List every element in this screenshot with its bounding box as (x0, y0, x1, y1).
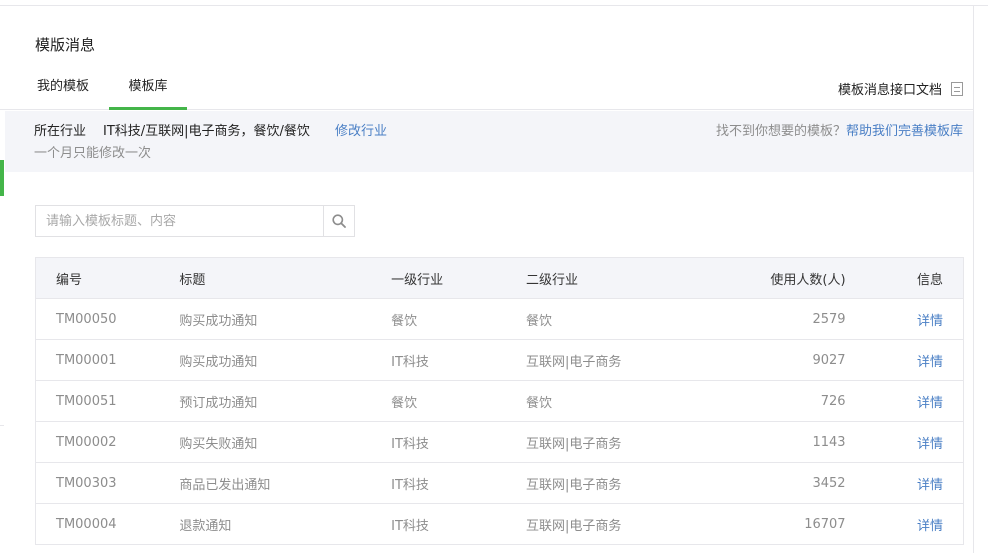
header-title: 标题 (179, 257, 392, 299)
cell-level1: IT科技 (391, 503, 526, 545)
cell-id: TM00002 (35, 421, 180, 463)
api-doc-link-label: 模板消息接口文档 (837, 83, 942, 98)
page: 模版消息 我的模板 模板库 模板消息接口文档 所在行业 IT科技/互联网|电子商… (0, 0, 988, 553)
cell-title: 商品已发出通知 (179, 462, 392, 504)
cell-level2: 餐饮 (525, 298, 686, 340)
template-search (35, 205, 355, 237)
api-doc-link[interactable]: 模板消息接口文档 (838, 79, 963, 98)
cell-id: TM00050 (35, 298, 180, 340)
cell-level1: IT科技 (391, 462, 526, 504)
table-header-row: 编号 标题 一级行业 二级行业 使用人数(人) 信息 (35, 257, 964, 299)
header-level2: 二级行业 (525, 257, 686, 299)
cell-users: 9027 (685, 339, 846, 381)
table-row: TM00004 退款通知 IT科技 互联网|电子商务 16707 详情 (35, 503, 964, 545)
cell-title: 购买成功通知 (179, 339, 392, 381)
cell-title: 退款通知 (179, 503, 392, 545)
detail-link[interactable]: 详情 (917, 478, 943, 493)
industry-note: 一个月只能修改一次 (34, 146, 152, 161)
cell-users: 1143 (685, 421, 846, 463)
header-info: 信息 (845, 257, 964, 299)
table-row: TM00002 购买失败通知 IT科技 互联网|电子商务 1143 详情 (35, 421, 964, 463)
cell-level1: IT科技 (391, 339, 526, 381)
cell-users: 2579 (685, 298, 846, 340)
tab-bar: 我的模板 模板库 模板消息接口文档 (0, 70, 973, 110)
help-improve-link[interactable]: 帮助我们完善模板库 (846, 124, 963, 139)
tab-template-library[interactable]: 模板库 (109, 70, 187, 110)
sidebar-divider (0, 425, 4, 426)
cell-level2: 互联网|电子商务 (525, 503, 686, 545)
cell-users: 726 (685, 380, 846, 422)
page-title: 模版消息 (35, 36, 96, 54)
cell-level2: 互联网|电子商务 (525, 339, 686, 381)
industry-label: 所在行业 (34, 124, 87, 139)
help-prompt: 找不到你想要的模板？帮助我们完善模板库 (716, 120, 963, 139)
modify-industry-link[interactable]: 修改行业 (335, 120, 387, 139)
table-row: TM00051 预订成功通知 餐饮 餐饮 726 详情 (35, 380, 964, 422)
sidebar-active-indicator (0, 160, 4, 196)
document-icon (951, 81, 963, 96)
cell-level1: 餐饮 (391, 298, 526, 340)
cell-level2: 互联网|电子商务 (525, 462, 686, 504)
detail-link[interactable]: 详情 (917, 355, 943, 370)
tab-my-templates[interactable]: 我的模板 (35, 70, 91, 110)
detail-link[interactable]: 详情 (917, 437, 943, 452)
right-divider (973, 5, 974, 553)
industry-value: IT科技/互联网|电子商务，餐饮/餐饮 (103, 124, 310, 139)
top-divider (0, 5, 988, 6)
template-table: 编号 标题 一级行业 二级行业 使用人数(人) 信息 TM00050 购买成功通… (35, 257, 964, 545)
cell-title: 预订成功通知 (179, 380, 392, 422)
search-button[interactable] (323, 206, 354, 236)
cell-id: TM00051 (35, 380, 180, 422)
cell-level2: 餐饮 (525, 380, 686, 422)
cell-users: 16707 (685, 503, 846, 545)
table-row: TM00001 购买成功通知 IT科技 互联网|电子商务 9027 详情 (35, 339, 964, 381)
header-level1: 一级行业 (391, 257, 526, 299)
cell-level1: 餐饮 (391, 380, 526, 422)
cell-id: TM00004 (35, 503, 180, 545)
cell-title: 购买成功通知 (179, 298, 392, 340)
table-row: TM00303 商品已发出通知 IT科技 互联网|电子商务 3452 详情 (35, 462, 964, 504)
cell-title: 购买失败通知 (179, 421, 392, 463)
cell-id: TM00303 (35, 462, 180, 504)
cell-level2: 互联网|电子商务 (525, 421, 686, 463)
table-row: TM00050 购买成功通知 餐饮 餐饮 2579 详情 (35, 298, 964, 340)
search-icon (332, 214, 346, 228)
cell-id: TM00001 (35, 339, 180, 381)
cell-users: 3452 (685, 462, 846, 504)
industry-panel: 所在行业 IT科技/互联网|电子商务，餐饮/餐饮 修改行业 一个月只能修改一次 … (5, 111, 973, 172)
detail-link[interactable]: 详情 (917, 519, 943, 534)
header-users: 使用人数(人) (685, 257, 846, 299)
help-question: 找不到你想要的模板？ (715, 124, 846, 139)
header-id: 编号 (35, 257, 180, 299)
search-input[interactable] (36, 206, 324, 236)
detail-link[interactable]: 详情 (917, 396, 943, 411)
cell-level1: IT科技 (391, 421, 526, 463)
detail-link[interactable]: 详情 (917, 314, 943, 329)
